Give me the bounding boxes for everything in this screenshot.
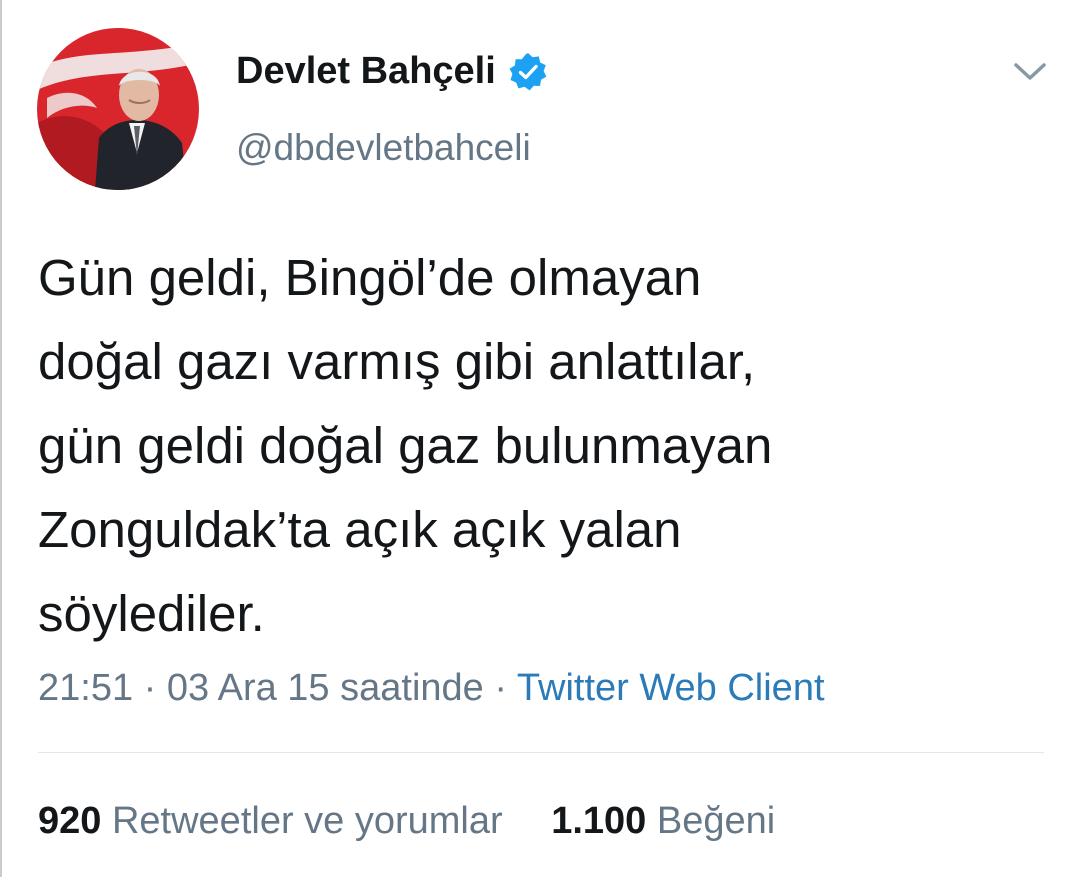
tweet-text-line: doğal gazı varmış gibi anlattılar,	[38, 333, 756, 390]
tweet-text-line: söylediler.	[38, 585, 265, 642]
tweet-text: Gün geldi, Bingöl’de olmayan doğal gazı …	[38, 236, 1038, 656]
tweet-time[interactable]: 21:51	[38, 667, 133, 709]
tweet-text-line: Gün geldi, Bingöl’de olmayan	[38, 249, 702, 306]
tweet-text-line: gün geldi doğal gaz bulunmayan	[38, 417, 773, 474]
meta-separator: ·	[133, 667, 167, 709]
tweet-metadata: 21:51 · 03 Ara 15 saatinde · Twitter Web…	[38, 667, 825, 710]
tweet-source-link[interactable]: Twitter Web Client	[517, 667, 825, 709]
retweets-count: 920	[38, 800, 102, 842]
chevron-down-icon[interactable]	[1008, 56, 1052, 86]
verified-badge-icon	[508, 52, 548, 92]
author-name-row[interactable]: Devlet Bahçeli	[236, 50, 548, 93]
avatar-image	[37, 28, 199, 190]
meta-separator: ·	[483, 667, 517, 709]
retweets-label: Retweetler ve yorumlar	[111, 800, 503, 842]
avatar[interactable]	[37, 28, 199, 190]
retweets-stat[interactable]: 920 Retweetler ve yorumlar	[38, 800, 513, 842]
likes-stat[interactable]: 1.100 Beğeni	[551, 800, 775, 842]
divider	[38, 752, 1044, 753]
tweet-stats: 920 Retweetler ve yorumlar 1.100 Beğeni	[38, 800, 775, 843]
likes-label: Beğeni	[656, 800, 776, 842]
author-display-name[interactable]: Devlet Bahçeli	[236, 50, 496, 93]
tweet-date[interactable]: 03 Ara 15 saatinde	[167, 667, 484, 709]
author-handle[interactable]: @dbdevletbahceli	[236, 127, 531, 169]
window-edge	[0, 0, 2, 877]
likes-count: 1.100	[551, 800, 647, 842]
tweet-text-line: Zonguldak’ta açık açık yalan	[38, 501, 682, 558]
